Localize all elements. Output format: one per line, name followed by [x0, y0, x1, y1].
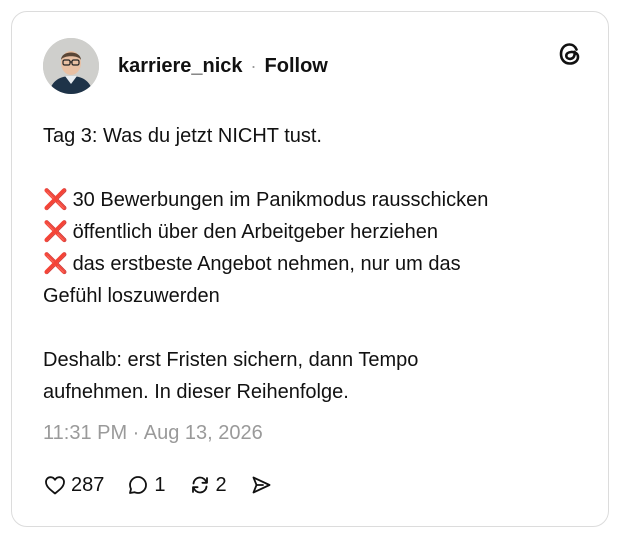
closing-line-1: Deshalb: erst Fristen sichern, dann Temp… [43, 349, 419, 371]
post-header: karriere_nick · Follow [43, 38, 328, 94]
bullet-3: ❌ das erstbeste Angebot nehmen, nur um d… [43, 248, 583, 280]
cross-mark-icon: ❌ [43, 221, 68, 243]
like-count: 287 [71, 473, 105, 496]
repost-icon [188, 473, 212, 497]
avatar[interactable] [43, 38, 99, 94]
reply-count: 1 [154, 473, 166, 496]
repost-button[interactable]: 2 [188, 473, 227, 497]
post-body: Tag 3: Was du jetzt NICHT tust. ❌ 30 Bew… [43, 120, 583, 408]
repost-count: 2 [215, 473, 227, 496]
cross-mark-icon: ❌ [43, 253, 68, 275]
share-button[interactable] [249, 473, 273, 497]
username[interactable]: karriere_nick [118, 55, 243, 78]
threads-post-card: karriere_nick · Follow Tag 3: Was du jet… [11, 11, 609, 527]
author-line: karriere_nick · Follow [118, 55, 328, 78]
post-timestamp[interactable]: 11:31 PM · Aug 13, 2026 [43, 422, 263, 445]
post-intro: Tag 3: Was du jetzt NICHT tust. [43, 125, 322, 147]
bullet-3-continuation: Gefühl loszuwerden [43, 285, 220, 307]
closing-line-2: aufnehmen. In dieser Reihenfolge. [43, 381, 349, 403]
share-icon [249, 473, 273, 497]
follow-button[interactable]: Follow [265, 55, 328, 78]
separator-dot: · [250, 55, 257, 76]
cross-mark-icon: ❌ [43, 189, 68, 211]
like-button[interactable]: 287 [43, 473, 104, 497]
reply-button[interactable]: 1 [126, 473, 166, 497]
bullet-2: ❌ öffentlich über den Arbeitgeber herzie… [43, 216, 583, 248]
heart-icon [43, 473, 67, 497]
threads-logo-icon[interactable] [556, 40, 584, 68]
bullet-1: ❌ 30 Bewerbungen im Panikmodus rausschic… [43, 184, 583, 216]
reply-icon [126, 473, 150, 497]
action-bar: 287 1 2 [43, 470, 295, 500]
